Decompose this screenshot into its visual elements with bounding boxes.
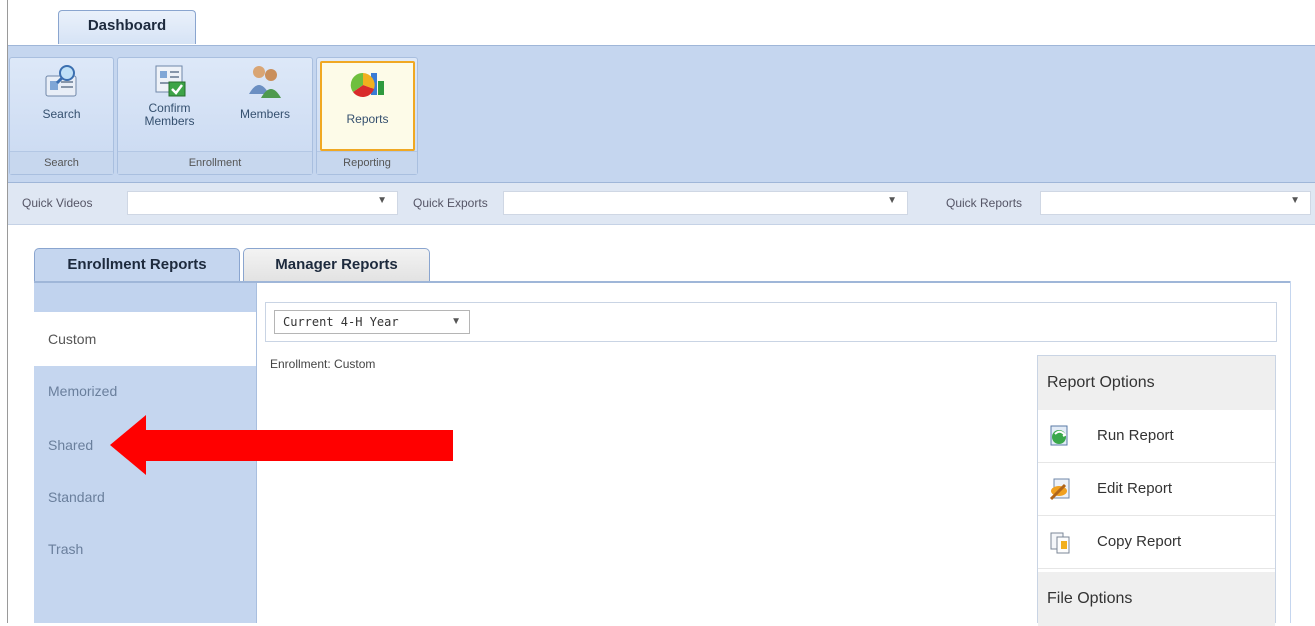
file-options-title: File Options (1038, 572, 1275, 626)
report-options-panel: Report Options Run Report Edit Report Co… (1037, 355, 1276, 626)
sidebar-item-standard[interactable]: Standard (34, 470, 256, 524)
confirm-members-button[interactable]: Confirm Members (122, 62, 217, 150)
tab-enrollment-reports[interactable]: Enrollment Reports (34, 248, 240, 282)
group-label-search: Search (10, 151, 113, 174)
copy-report-icon (1050, 532, 1070, 554)
search-card-icon (45, 65, 76, 97)
quick-reports-label: Quick Reports (946, 196, 1023, 210)
ribbon-group-reporting: Reports Reporting (316, 57, 418, 175)
search-button-label: Search (42, 107, 81, 121)
ribbon-tab-strip: Dashboard (8, 0, 1315, 47)
ribbon-group-search: Search Search (9, 57, 114, 175)
year-select-value: Current 4-H Year (283, 315, 399, 329)
quick-videos-select[interactable]: ▼ (127, 191, 398, 215)
annotation-arrow-icon (110, 415, 453, 475)
group-label-enrollment: Enrollment (118, 151, 312, 174)
reports-button[interactable]: Reports (320, 61, 415, 151)
members-icon (249, 66, 281, 98)
quick-videos-label: Quick Videos (22, 196, 93, 210)
copy-report-label: Copy Report (1097, 533, 1182, 550)
tab-dashboard[interactable]: Dashboard (58, 10, 196, 44)
group-label-reporting: Reporting (317, 151, 417, 174)
chevron-down-icon: ▼ (377, 195, 387, 206)
run-report-icon (1050, 425, 1068, 446)
chevron-down-icon: ▼ (1290, 195, 1300, 206)
ribbon: Search Search Confirm Members Members En… (8, 46, 1315, 183)
members-button[interactable]: Members (220, 62, 310, 150)
reports-label: Reports (346, 112, 389, 126)
quick-exports-select[interactable]: ▼ (503, 191, 908, 215)
ribbon-group-enrollment: Confirm Members Members Enrollment (117, 57, 313, 175)
year-filter-bar: Current 4-H Year ▼ (265, 302, 1277, 342)
tab-manager-reports[interactable]: Manager Reports (243, 248, 430, 282)
run-report-option[interactable]: Run Report (1038, 410, 1275, 463)
confirm-members-icon (155, 65, 185, 97)
edit-report-label: Edit Report (1097, 480, 1173, 497)
edit-report-option[interactable]: Edit Report (1038, 463, 1275, 516)
run-report-label: Run Report (1097, 427, 1174, 444)
sidebar-item-trash[interactable]: Trash (34, 522, 256, 576)
quick-reports-select[interactable]: ▼ (1040, 191, 1311, 215)
quick-exports-label: Quick Exports (413, 196, 488, 210)
edit-report-icon (1049, 478, 1070, 501)
members-label: Members (239, 107, 290, 121)
report-options-title: Report Options (1038, 356, 1275, 410)
copy-report-option[interactable]: Copy Report (1038, 516, 1275, 569)
chevron-down-icon: ▼ (451, 316, 461, 327)
breadcrumb: Enrollment: Custom (270, 357, 376, 371)
sidebar-item-memorized[interactable]: Memorized (34, 364, 256, 418)
confirm-members-label: Confirm Members (144, 101, 195, 128)
reports-chart-icon (350, 72, 384, 97)
sidebar-item-custom[interactable]: Custom (34, 312, 256, 366)
year-select[interactable]: Current 4-H Year ▼ (274, 310, 470, 334)
search-button[interactable]: Search (14, 62, 109, 150)
quick-access-bar: Quick Videos ▼ Quick Exports ▼ Quick Rep… (8, 183, 1315, 225)
chevron-down-icon: ▼ (887, 195, 897, 206)
